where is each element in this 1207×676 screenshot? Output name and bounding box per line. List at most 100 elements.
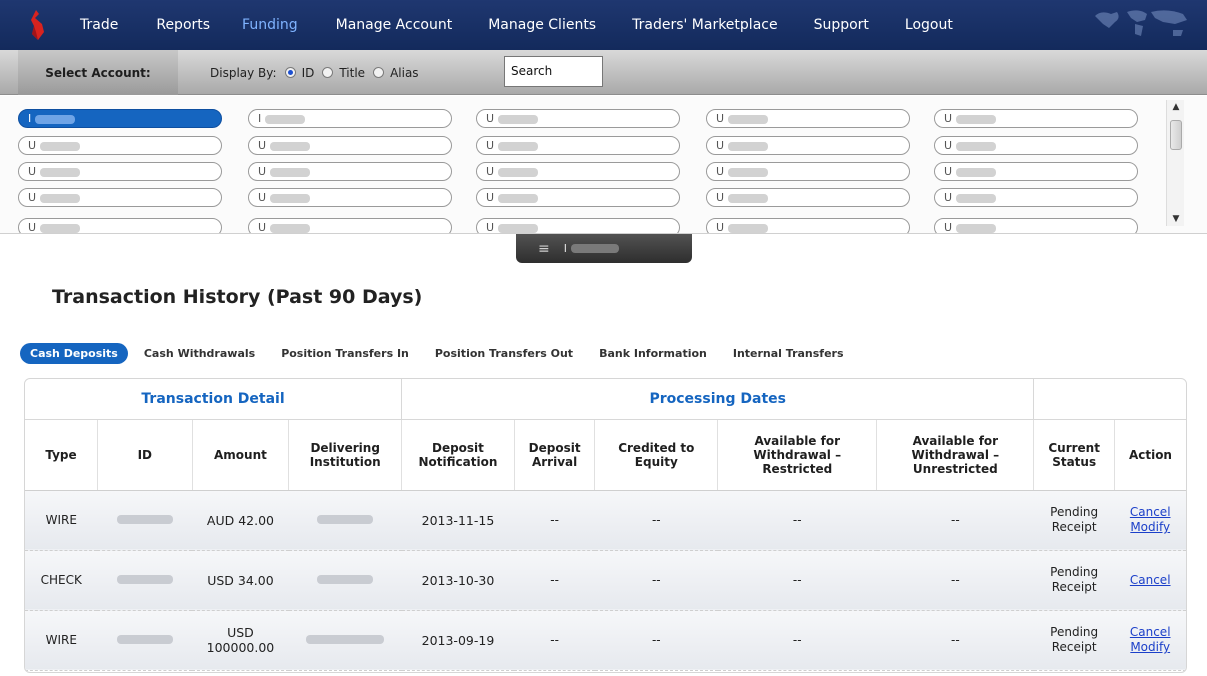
account-pill[interactable]: U	[934, 162, 1138, 181]
cell-amount: USD 34.00	[192, 550, 289, 611]
account-pill[interactable]: U	[476, 162, 680, 181]
account-pill[interactable]: U	[248, 218, 452, 233]
cell-delivering-institution	[288, 610, 402, 671]
account-pill[interactable]: I	[18, 109, 222, 128]
cell-deposit-arrival: --	[514, 490, 595, 551]
tab-position-transfers-out[interactable]: Position Transfers Out	[425, 343, 583, 364]
cell-action: Cancel	[1114, 550, 1186, 611]
table-row: WIRE AUD 42.00 2013-11-15 -- -- -- -- Pe…	[25, 490, 1186, 551]
tab-cash-deposits[interactable]: Cash Deposits	[20, 342, 128, 364]
display-by-group: Display By: ID Title Alias	[210, 50, 419, 95]
display-by-id-label[interactable]: ID	[302, 66, 315, 80]
tab-bank-information[interactable]: Bank Information	[589, 343, 717, 364]
scroll-up-arrow-icon[interactable]: ▲	[1167, 100, 1185, 114]
modify-link[interactable]: Modify	[1114, 520, 1186, 535]
display-by-title-label[interactable]: Title	[339, 66, 365, 80]
tab-bar: Cash Deposits Cash Withdrawals Position …	[20, 342, 860, 364]
world-map-icon	[1095, 10, 1187, 36]
account-pill[interactable]: U	[934, 136, 1138, 155]
account-pill[interactable]: U	[18, 218, 222, 233]
account-grid-scrollbar[interactable]: ▲ ▼	[1166, 100, 1184, 226]
nav-funding[interactable]: Funding	[242, 17, 298, 33]
nav-reports[interactable]: Reports	[156, 17, 210, 33]
cell-current-status: Pending Receipt	[1033, 490, 1115, 551]
cell-available-restricted: --	[717, 490, 877, 551]
processing-dates-group-header: Processing Dates	[401, 379, 1035, 420]
account-pill[interactable]: U	[934, 109, 1138, 128]
brand-logo-icon	[31, 10, 44, 40]
display-by-id-radio[interactable]	[284, 67, 296, 78]
cell-deposit-arrival: --	[514, 550, 595, 611]
column-header-available-unrestricted: Available for Withdrawal – Unrestricted	[876, 419, 1035, 491]
cell-action: Cancel Modify	[1114, 610, 1186, 671]
tab-cash-withdrawals[interactable]: Cash Withdrawals	[134, 343, 265, 364]
cell-current-status: Pending Receipt	[1033, 610, 1115, 671]
selected-account-prefix: I	[563, 242, 567, 255]
account-pill[interactable]: U	[18, 136, 222, 155]
status-action-group-header	[1033, 379, 1186, 420]
cell-current-status: Pending Receipt	[1033, 550, 1115, 611]
account-pill[interactable]: U	[934, 188, 1138, 207]
nav-traders-marketplace[interactable]: Traders' Marketplace	[632, 17, 777, 33]
account-pill[interactable]: U	[476, 218, 680, 233]
nav-trade[interactable]: Trade	[80, 17, 118, 33]
nav-logout[interactable]: Logout	[905, 17, 953, 33]
account-pill[interactable]: U	[248, 136, 452, 155]
table-row: WIRE USD 100000.00 2013-09-19 -- -- -- -…	[25, 610, 1186, 671]
account-pill[interactable]: U	[706, 162, 910, 181]
nav-menu: Trade Reports Funding Manage Account Man…	[60, 0, 953, 50]
cell-available-unrestricted: --	[876, 490, 1034, 551]
redacted-institution	[317, 514, 374, 524]
account-pill[interactable]: U	[248, 188, 452, 207]
cell-deposit-notification: 2013-10-30	[401, 550, 515, 611]
account-pill[interactable]: U	[18, 188, 222, 207]
account-pill[interactable]: U	[706, 218, 910, 233]
nav-manage-clients[interactable]: Manage Clients	[488, 17, 596, 33]
tab-position-transfers-in[interactable]: Position Transfers In	[271, 343, 419, 364]
tab-internal-transfers[interactable]: Internal Transfers	[723, 343, 854, 364]
scroll-down-arrow-icon[interactable]: ▼	[1167, 212, 1185, 226]
column-header-current-status: Current Status	[1033, 419, 1115, 491]
account-pill[interactable]: U	[706, 136, 910, 155]
modify-link[interactable]: Modify	[1114, 640, 1186, 655]
account-pill[interactable]: I	[248, 109, 452, 128]
nav-support[interactable]: Support	[814, 17, 869, 33]
redacted-id	[116, 514, 173, 524]
table-row: CHECK USD 34.00 2013-10-30 -- -- -- -- P…	[25, 550, 1186, 611]
scroll-thumb[interactable]	[1170, 120, 1182, 150]
account-pill[interactable]: U	[476, 136, 680, 155]
account-grid-collapse-handle[interactable]: ≡ I	[516, 234, 692, 263]
cell-credited-to-equity: --	[594, 550, 718, 611]
account-search-input[interactable]: Search	[504, 56, 603, 87]
display-by-title-radio[interactable]	[322, 67, 334, 78]
column-header-action: Action	[1114, 419, 1186, 491]
redacted-id	[116, 634, 173, 644]
account-pill[interactable]: U	[476, 109, 680, 128]
cell-available-unrestricted: --	[876, 550, 1034, 611]
account-pill[interactable]: U	[934, 218, 1138, 233]
cell-delivering-institution	[288, 550, 402, 611]
select-account-label: Select Account:	[18, 50, 178, 95]
column-header-delivering-institution: Delivering Institution	[288, 419, 403, 491]
cell-id	[97, 490, 193, 551]
cancel-link[interactable]: Cancel	[1114, 573, 1186, 588]
display-by-alias-radio[interactable]	[373, 67, 385, 78]
transaction-table-container: Transaction Detail Processing Dates Type…	[24, 378, 1187, 673]
cancel-link[interactable]: Cancel	[1114, 625, 1186, 640]
account-grid: I I U U U U U U U U U U U U U U U U U U …	[0, 96, 1207, 234]
cell-deposit-notification: 2013-09-19	[401, 610, 515, 671]
cell-credited-to-equity: --	[594, 610, 718, 671]
cell-available-unrestricted: --	[876, 610, 1034, 671]
cancel-link[interactable]: Cancel	[1114, 505, 1186, 520]
display-by-alias-label[interactable]: Alias	[390, 66, 418, 80]
transaction-detail-group-header: Transaction Detail	[25, 379, 403, 420]
account-pill[interactable]: U	[248, 162, 452, 181]
cell-id	[97, 550, 193, 611]
account-pill[interactable]: U	[706, 188, 910, 207]
account-selector-bar: Select Account: Display By: ID Title Ali…	[0, 50, 1207, 95]
account-pill[interactable]: U	[476, 188, 680, 207]
cell-type: CHECK	[25, 550, 98, 611]
account-pill[interactable]: U	[18, 162, 222, 181]
nav-manage-account[interactable]: Manage Account	[336, 17, 453, 33]
account-pill[interactable]: U	[706, 109, 910, 128]
